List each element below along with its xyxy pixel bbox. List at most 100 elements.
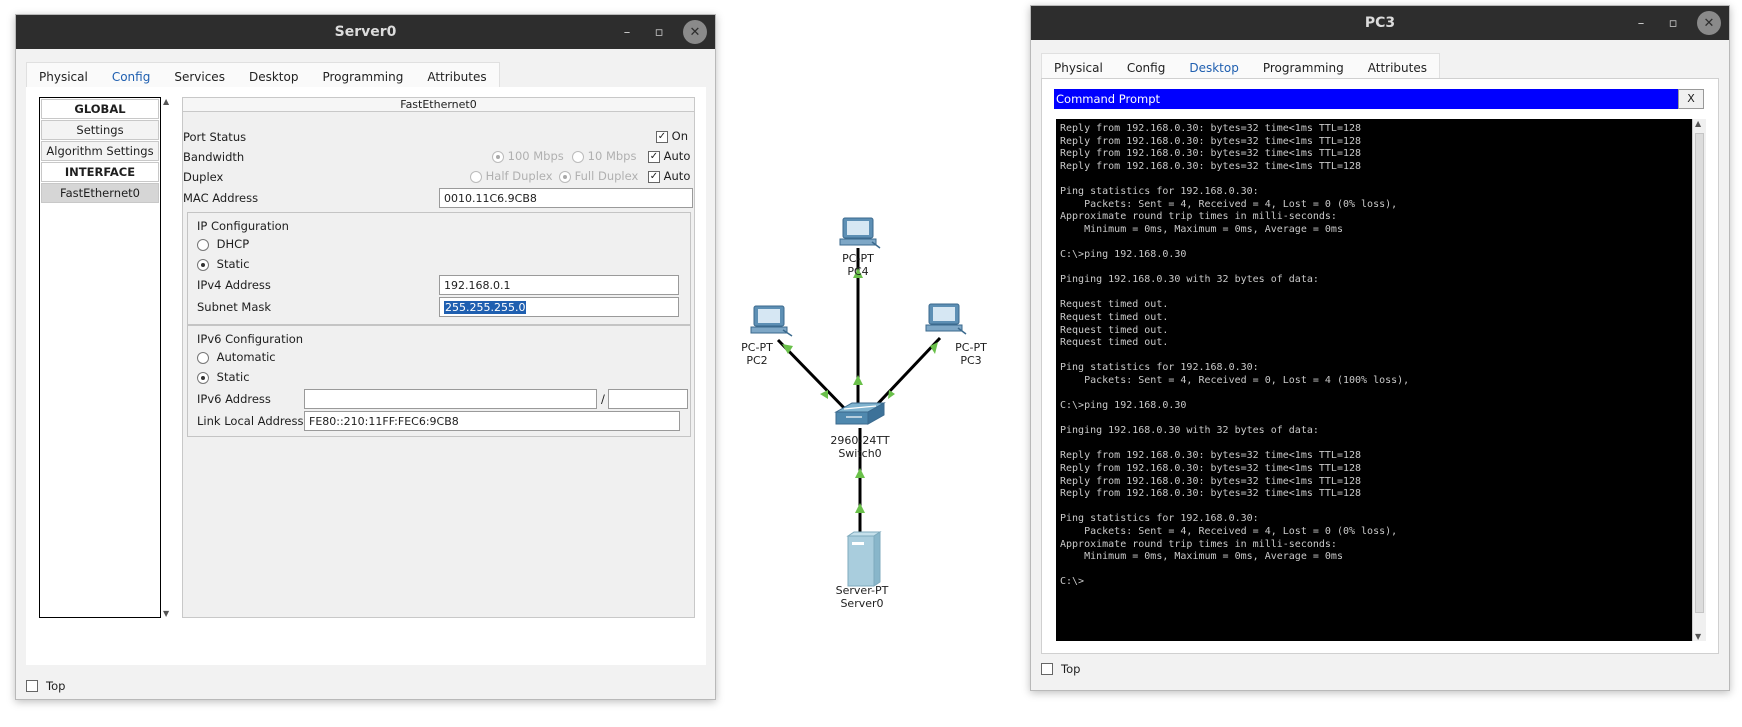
pc3-top-toggle[interactable]: Top <box>1041 662 1080 676</box>
command-prompt-title: Command Prompt <box>1054 89 1678 109</box>
ipv6-static-radio[interactable] <box>197 371 209 384</box>
static-radio[interactable] <box>197 258 209 271</box>
port-status-checkbox[interactable]: ✓ <box>656 130 668 143</box>
pc3-titlebar[interactable]: PC3 – ▫ ✕ <box>1031 6 1729 40</box>
server0-titlebar[interactable]: Server0 – ▫ ✕ <box>16 15 715 49</box>
pc3-type: PC-PT <box>955 341 987 354</box>
scroll-down-icon[interactable]: ▼ <box>163 609 169 618</box>
half-duplex-radio[interactable] <box>470 170 482 183</box>
sidebar-heading-global: GLOBAL <box>41 99 159 119</box>
pc2-name: PC2 <box>746 354 768 367</box>
half-duplex-option[interactable]: Half Duplex <box>470 169 553 183</box>
static-label: Static <box>216 257 250 271</box>
window-title: Server0 <box>334 24 397 40</box>
bandwidth-label: Bandwidth <box>183 150 245 164</box>
sidebar-heading-interface: INTERFACE <box>41 162 159 182</box>
bw-10-radio[interactable] <box>572 150 584 163</box>
server0-server-icon[interactable] <box>846 531 882 587</box>
ipv6-static-option[interactable]: Static <box>197 370 250 384</box>
ipv4-field[interactable]: 192.168.0.1 <box>439 275 679 295</box>
full-duplex-radio[interactable] <box>559 170 571 183</box>
duplex-auto-option[interactable]: ✓ Auto <box>648 169 690 183</box>
duplex-label: Duplex <box>183 170 224 184</box>
mac-address-label: MAC Address <box>183 191 259 205</box>
bw-100-option[interactable]: 100 Mbps <box>492 149 564 163</box>
ipv6-static-label: Static <box>216 370 250 384</box>
server0-type: Server-PT <box>835 584 889 597</box>
minimize-icon[interactable]: – <box>619 25 635 40</box>
interface-header: FastEthernet0 <box>183 98 694 112</box>
full-duplex-option[interactable]: Full Duplex <box>559 169 638 183</box>
maximize-icon[interactable]: ▫ <box>651 25 667 40</box>
pc2-type: PC-PT <box>741 341 773 354</box>
ipv6-slash: / <box>601 392 605 406</box>
scroll-down-icon[interactable]: ▼ <box>1695 632 1701 641</box>
bw-10-label: 10 Mbps <box>587 149 637 163</box>
ipv6-address-label: IPv6 Address <box>197 392 271 406</box>
link-local-field[interactable]: FE80::210:11FF:FEC6:9CB8 <box>304 411 680 431</box>
link-up-icon <box>820 390 828 399</box>
static-option[interactable]: Static <box>197 257 250 271</box>
bw-auto-checkbox[interactable]: ✓ <box>648 150 660 163</box>
console-scroll-thumb[interactable] <box>1695 133 1704 613</box>
pc3-label: PC-PT PC3 <box>951 341 991 367</box>
port-status-on-label: On <box>671 129 688 143</box>
top-checkbox[interactable] <box>26 680 38 692</box>
sidebar-item-fastethernet0[interactable]: FastEthernet0 <box>41 183 159 203</box>
maximize-icon[interactable]: ▫ <box>1665 16 1681 31</box>
command-prompt-console[interactable]: Reply from 192.168.0.30: bytes=32 time<1… <box>1056 119 1692 641</box>
console-scrollbar[interactable]: ▲ ▼ <box>1692 119 1706 641</box>
close-icon[interactable]: ✕ <box>1697 11 1721 35</box>
automatic-radio[interactable] <box>197 351 209 364</box>
dhcp-label: DHCP <box>216 237 250 251</box>
server0-top-toggle[interactable]: Top <box>26 679 65 693</box>
pc2-computer-icon[interactable] <box>750 305 793 337</box>
top-label: Top <box>46 679 66 693</box>
pc4-name: PC4 <box>847 265 869 278</box>
dhcp-radio[interactable] <box>197 238 209 251</box>
command-prompt-close-button[interactable]: X <box>1678 89 1704 109</box>
top-checkbox[interactable] <box>1041 663 1053 675</box>
automatic-option[interactable]: Automatic <box>197 350 276 364</box>
sidebar-scrollbar[interactable]: ▲ ▼ <box>162 97 174 618</box>
ipv6-config-label: IPv6 Configuration <box>197 332 304 346</box>
full-duplex-label: Full Duplex <box>574 169 639 183</box>
pc4-computer-icon[interactable] <box>839 217 881 249</box>
interface-content: FastEthernet0 Port Status ✓ On Bandwidth… <box>182 97 695 618</box>
ipv6-address-field[interactable] <box>304 389 597 409</box>
subnet-field[interactable]: 255.255.255.0 <box>439 297 679 317</box>
bw-100-radio[interactable] <box>492 150 504 163</box>
ipv4-label: IPv4 Address <box>197 278 271 292</box>
bw-10-option[interactable]: 10 Mbps <box>572 149 636 163</box>
server0-label: Server-PT Server0 <box>822 584 902 610</box>
duplex-auto-label: Auto <box>663 169 691 183</box>
pc2-label: PC-PT PC2 <box>737 341 777 367</box>
scroll-up-icon[interactable]: ▲ <box>1695 119 1701 128</box>
ipv6-config-group: IPv6 Configuration Automatic Static IPv6… <box>187 325 691 437</box>
bw-auto-label: Auto <box>663 149 691 163</box>
scroll-up-icon[interactable]: ▲ <box>163 97 169 106</box>
close-icon[interactable]: ✕ <box>683 20 707 44</box>
server0-window: Server0 – ▫ ✕ Physical Config Services D… <box>15 14 716 700</box>
switch0-name: Switch0 <box>838 447 882 460</box>
port-status-label: Port Status <box>183 130 247 144</box>
window-title: PC3 <box>1364 15 1396 31</box>
duplex-auto-checkbox[interactable]: ✓ <box>648 170 660 183</box>
minimize-icon[interactable]: – <box>1633 16 1649 31</box>
top-label: Top <box>1061 662 1081 676</box>
pc3-window: PC3 – ▫ ✕ Physical Config Desktop Progra… <box>1030 5 1730 691</box>
ip-config-label: IP Configuration <box>197 219 289 233</box>
link-local-label: Link Local Address: <box>197 414 308 428</box>
ipv6-prefix-field[interactable] <box>608 389 688 409</box>
sidebar-item-settings[interactable]: Settings <box>41 120 159 140</box>
bw-auto-option[interactable]: ✓ Auto <box>648 149 690 163</box>
dhcp-option[interactable]: DHCP <box>197 237 249 251</box>
pc3-computer-icon[interactable] <box>925 303 967 335</box>
link-up-icon <box>855 503 865 513</box>
link-pc3-switch[interactable] <box>868 336 942 414</box>
mac-address-field[interactable]: 0010.11C6.9CB8 <box>439 188 693 208</box>
port-status-on: ✓ On <box>656 129 688 143</box>
link-up-icon <box>853 375 863 385</box>
sidebar-item-algorithm-settings[interactable]: Algorithm Settings <box>41 141 159 161</box>
server0-name: Server0 <box>840 597 884 610</box>
